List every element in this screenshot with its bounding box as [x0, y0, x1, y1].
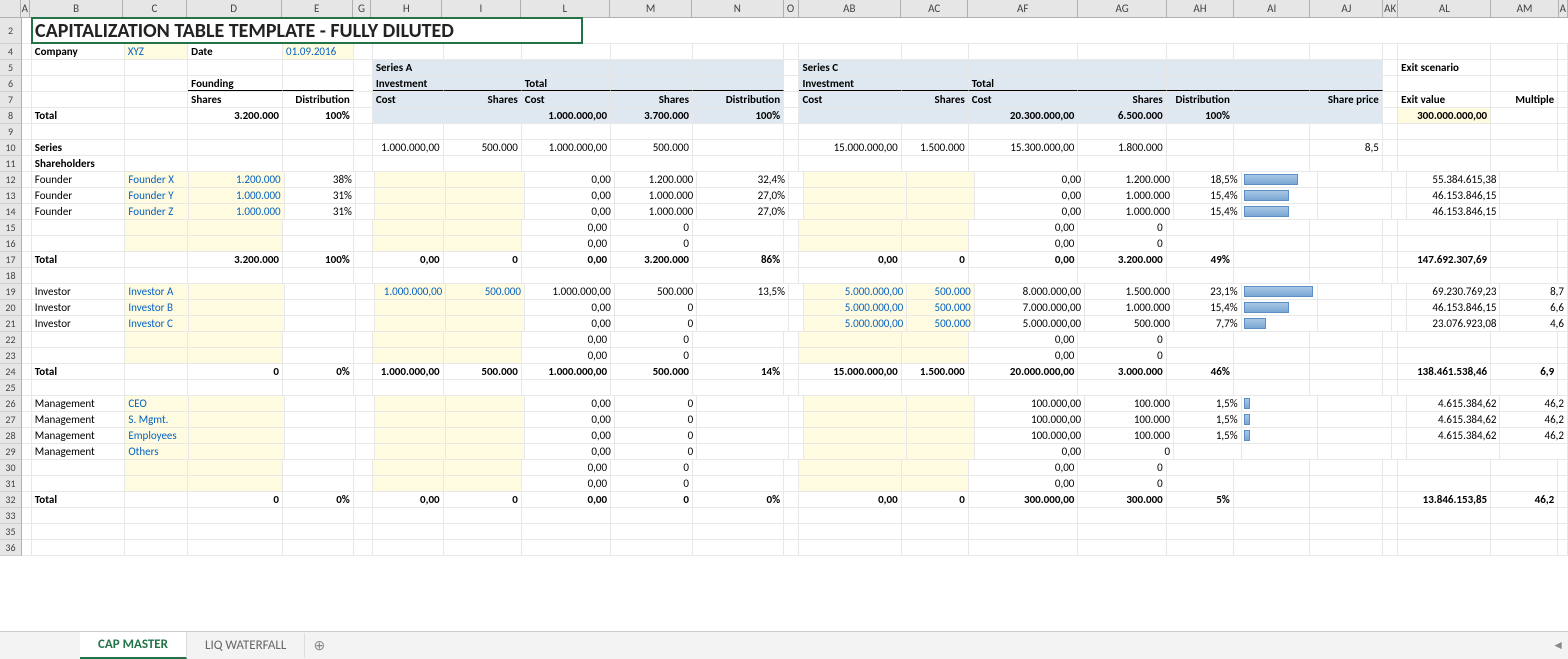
row-headers[interactable]: 2456789101112131415161718192021222324252…: [0, 18, 22, 556]
add-sheet-icon[interactable]: ⊕: [305, 637, 333, 654]
tab-cap-master[interactable]: CAP MASTER: [80, 632, 187, 659]
column-headers[interactable]: ABCDEGHILMNOABACAFAGAHAIAJAKALAMA: [0, 0, 1568, 18]
grid: CAPITALIZATION TABLE TEMPLATE - FULLY DI…: [22, 18, 1568, 556]
sheet-tabs: CAP MASTER LIQ WATERFALL ⊕ ◄: [0, 631, 1568, 659]
scroll-left-icon[interactable]: ◄: [1552, 638, 1564, 653]
tab-liq-waterfall[interactable]: LIQ WATERFALL: [187, 633, 305, 658]
page-title: CAPITALIZATION TABLE TEMPLATE - FULLY DI…: [32, 18, 582, 43]
